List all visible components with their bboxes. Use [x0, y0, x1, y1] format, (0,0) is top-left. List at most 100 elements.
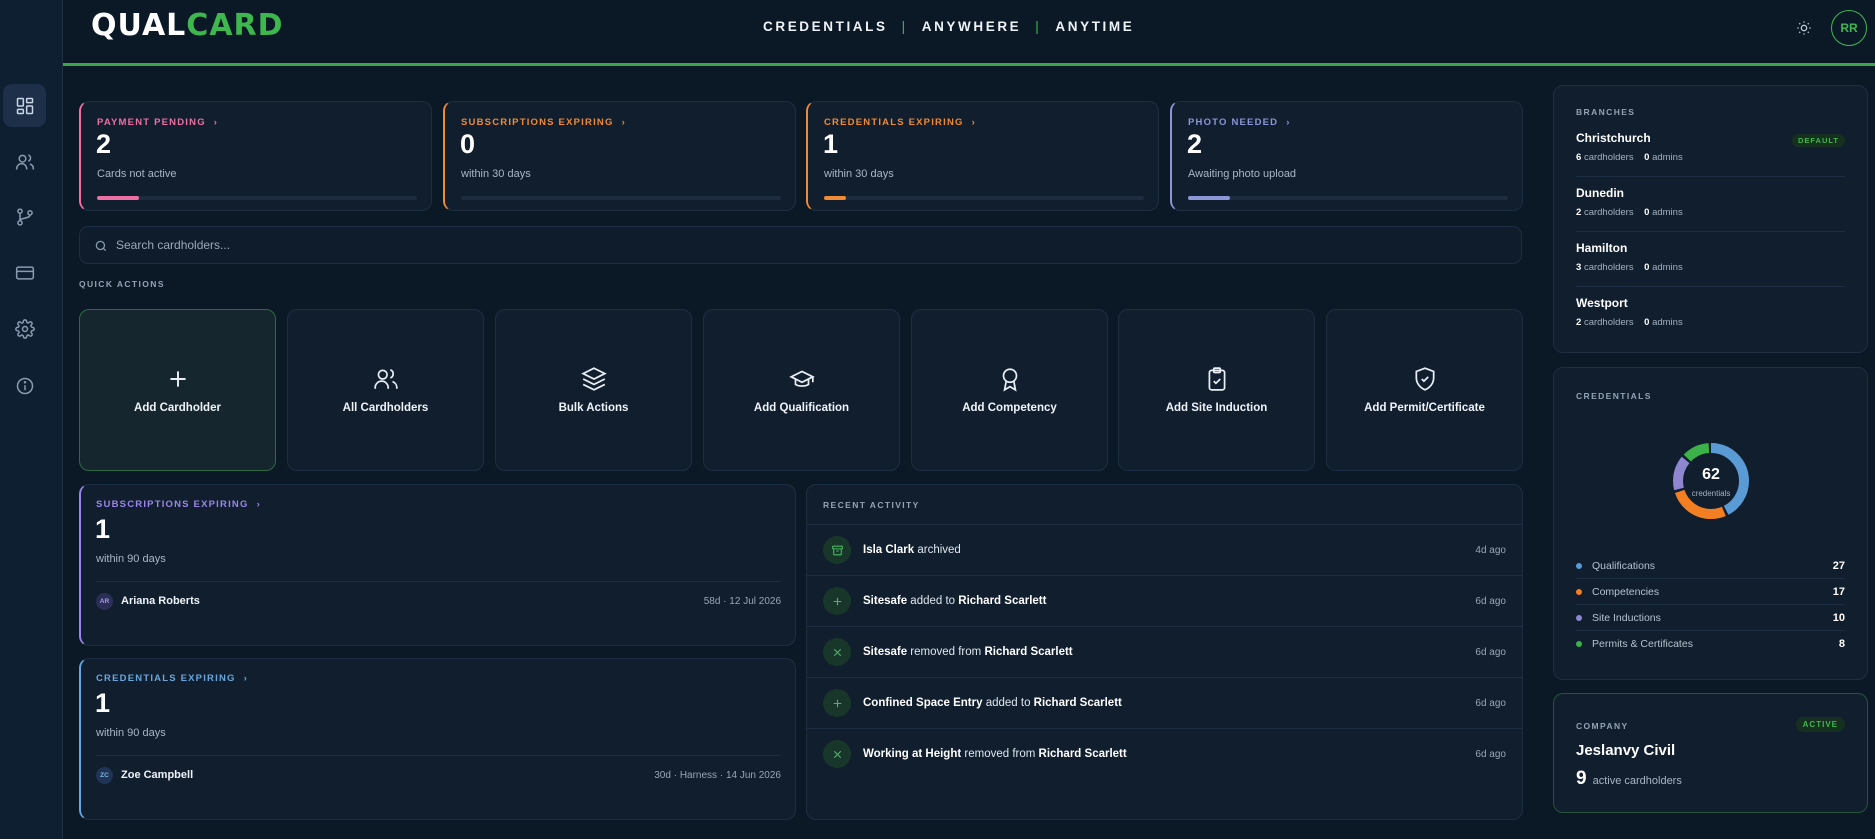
- stat-value: 2: [96, 129, 112, 159]
- branch-item[interactable]: Hamilton 3 cardholders 0 admins: [1576, 241, 1845, 296]
- admins-word: admins: [1652, 152, 1683, 163]
- users-icon: [15, 153, 34, 169]
- chevron-right-icon: ›: [971, 117, 976, 128]
- branch-cardholders-count: 2: [1576, 317, 1582, 328]
- legend-dot: [1576, 614, 1582, 621]
- stat-card-credentials-expiring[interactable]: CREDENTIALS EXPIRING › 1 within 30 days: [806, 101, 1159, 211]
- add-qualification-button[interactable]: Add Qualification: [703, 309, 900, 471]
- branch-admins-count: 0: [1644, 207, 1650, 218]
- admins-word: admins: [1652, 317, 1683, 328]
- stat-card-photo-needed[interactable]: PHOTO NEEDED › 2 Awaiting photo upload: [1170, 101, 1523, 211]
- tagline-word: CREDENTIALS: [763, 19, 888, 34]
- nav-cardholders[interactable]: [3, 140, 46, 183]
- stat-label: PAYMENT PENDING: [97, 117, 206, 128]
- nav-settings[interactable]: [3, 307, 46, 350]
- bulk-actions-button[interactable]: Bulk Actions: [495, 309, 692, 471]
- activity-subject: Confined Space Entry: [863, 697, 983, 709]
- credentials-expiring-panel: CREDENTIALS EXPIRING › 1 within 90 days Z…: [79, 658, 796, 820]
- search-bar: [79, 226, 1522, 264]
- list-item[interactable]: ZC Zoe Campbell 30d · Harness · 14 Jun 2…: [96, 765, 781, 785]
- recent-activity-heading: RECENT ACTIVITY: [823, 500, 920, 510]
- branch-item[interactable]: Westport 2 cardholders 0 admins: [1576, 296, 1845, 351]
- panel-label: SUBSCRIPTIONS EXPIRING: [96, 499, 249, 510]
- activity-item[interactable]: Working at Height removed from Richard S…: [807, 728, 1522, 779]
- panel-value: 1: [95, 688, 111, 718]
- plus-icon: [169, 371, 186, 387]
- legend-dot: [1576, 641, 1582, 647]
- legend-value: 17: [1832, 585, 1845, 598]
- divider: [1576, 231, 1845, 232]
- branch-item[interactable]: Dunedin 2 cardholders 0 admins: [1576, 186, 1845, 241]
- quick-action-label: All Cardholders: [342, 402, 429, 414]
- award-icon: [1002, 368, 1017, 392]
- donut-total: 62: [1702, 466, 1720, 483]
- stat-value: 0: [460, 129, 476, 159]
- panel-header-link[interactable]: CREDENTIALS EXPIRING ›: [96, 673, 248, 684]
- legend-name: Permits & Certificates: [1592, 638, 1693, 650]
- theme-toggle-sun-icon[interactable]: [1796, 20, 1812, 36]
- panel-subtitle: within 90 days: [96, 727, 166, 739]
- user-avatar[interactable]: RR: [1831, 10, 1867, 46]
- stat-progress-fill: [824, 196, 847, 200]
- nav-info[interactable]: [3, 364, 46, 407]
- activity-subject: Sitesafe: [863, 646, 908, 658]
- activity-action: archived: [914, 544, 961, 556]
- graduation-cap-icon: [788, 370, 815, 387]
- add-site-induction-button[interactable]: Add Site Induction: [1118, 309, 1315, 471]
- x-icon: [833, 648, 841, 656]
- add-permit-certificate-button[interactable]: Add Permit/Certificate: [1326, 309, 1523, 471]
- activity-item[interactable]: Isla Clark archived 4d ago: [807, 524, 1522, 575]
- admins-word: admins: [1652, 207, 1683, 218]
- nav-branches[interactable]: [3, 195, 46, 238]
- activity-item[interactable]: Sitesafe added to Richard Scarlett 6d ag…: [807, 575, 1522, 626]
- stat-subtitle: Awaiting photo upload: [1188, 168, 1297, 180]
- add-competency-button[interactable]: Add Competency: [911, 309, 1108, 471]
- stat-card-payment-pending[interactable]: PAYMENT PENDING › 2 Cards not active: [79, 101, 432, 211]
- branch-item[interactable]: Christchurch DEFAULT 6 cardholders 0 adm…: [1576, 131, 1845, 186]
- activity-item[interactable]: Confined Space Entry added to Richard Sc…: [807, 677, 1522, 728]
- divider: [96, 581, 781, 582]
- stat-label: SUBSCRIPTIONS EXPIRING: [461, 117, 614, 128]
- add-cardholder-button[interactable]: Add Cardholder: [79, 309, 276, 471]
- users-icon: [373, 368, 398, 389]
- all-cardholders-button[interactable]: All Cardholders: [287, 309, 484, 471]
- admins-word: admins: [1652, 262, 1683, 273]
- stat-card-subscriptions-expiring[interactable]: SUBSCRIPTIONS EXPIRING › 0 within 30 days: [443, 101, 796, 211]
- search-input[interactable]: [116, 227, 1506, 263]
- activity-target: Richard Scarlett: [1033, 697, 1122, 709]
- qualcard-logo[interactable]: QUALCARD: [91, 8, 284, 43]
- panel-header-link[interactable]: SUBSCRIPTIONS EXPIRING ›: [96, 499, 261, 510]
- clipboard-check-icon: [1208, 367, 1225, 391]
- donut-total-label: credentials: [1691, 489, 1731, 498]
- panel-label: CREDENTIALS EXPIRING: [96, 673, 236, 684]
- branch-admins-count: 0: [1644, 262, 1650, 273]
- divider: [1576, 286, 1845, 287]
- dashboard-icon: [16, 97, 33, 114]
- search-icon: [95, 240, 107, 252]
- branches-heading: BRANCHES: [1576, 107, 1636, 117]
- cardholders-word: cardholders: [1583, 317, 1634, 328]
- stat-progress-fill: [97, 196, 139, 200]
- quick-action-label: Add Cardholder: [134, 402, 221, 414]
- company-panel: COMPANY ACTIVE Jeslanvy Civil 9 active c…: [1553, 693, 1868, 813]
- company-heading: COMPANY: [1576, 721, 1629, 731]
- expiry-meta: 30d · Harness · 14 Jun 2026: [654, 769, 781, 781]
- tagline-separator: |: [1035, 19, 1042, 34]
- nav-dashboard[interactable]: [3, 84, 46, 127]
- expiry-meta: 58d · 12 Jul 2026: [703, 595, 781, 607]
- active-cardholders-label: active cardholders: [1592, 775, 1682, 787]
- activity-time: 6d ago: [1475, 748, 1506, 760]
- stat-value: 1: [823, 129, 839, 159]
- chevron-right-icon: ›: [621, 117, 626, 128]
- divider: [96, 755, 781, 756]
- nav-cards[interactable]: [3, 251, 46, 294]
- layers-icon: [580, 367, 607, 391]
- tagline-word: ANYTIME: [1055, 19, 1135, 34]
- activity-item[interactable]: Sitesafe removed from Richard Scarlett 6…: [807, 626, 1522, 677]
- legend-value: 27: [1832, 559, 1845, 572]
- stat-value: 2: [1187, 129, 1203, 159]
- branch-name: Christchurch: [1576, 131, 1651, 145]
- list-item[interactable]: AR Ariana Roberts 58d · 12 Jul 2026: [96, 591, 781, 611]
- archive-icon: [831, 545, 843, 555]
- activity-time: 4d ago: [1475, 544, 1506, 556]
